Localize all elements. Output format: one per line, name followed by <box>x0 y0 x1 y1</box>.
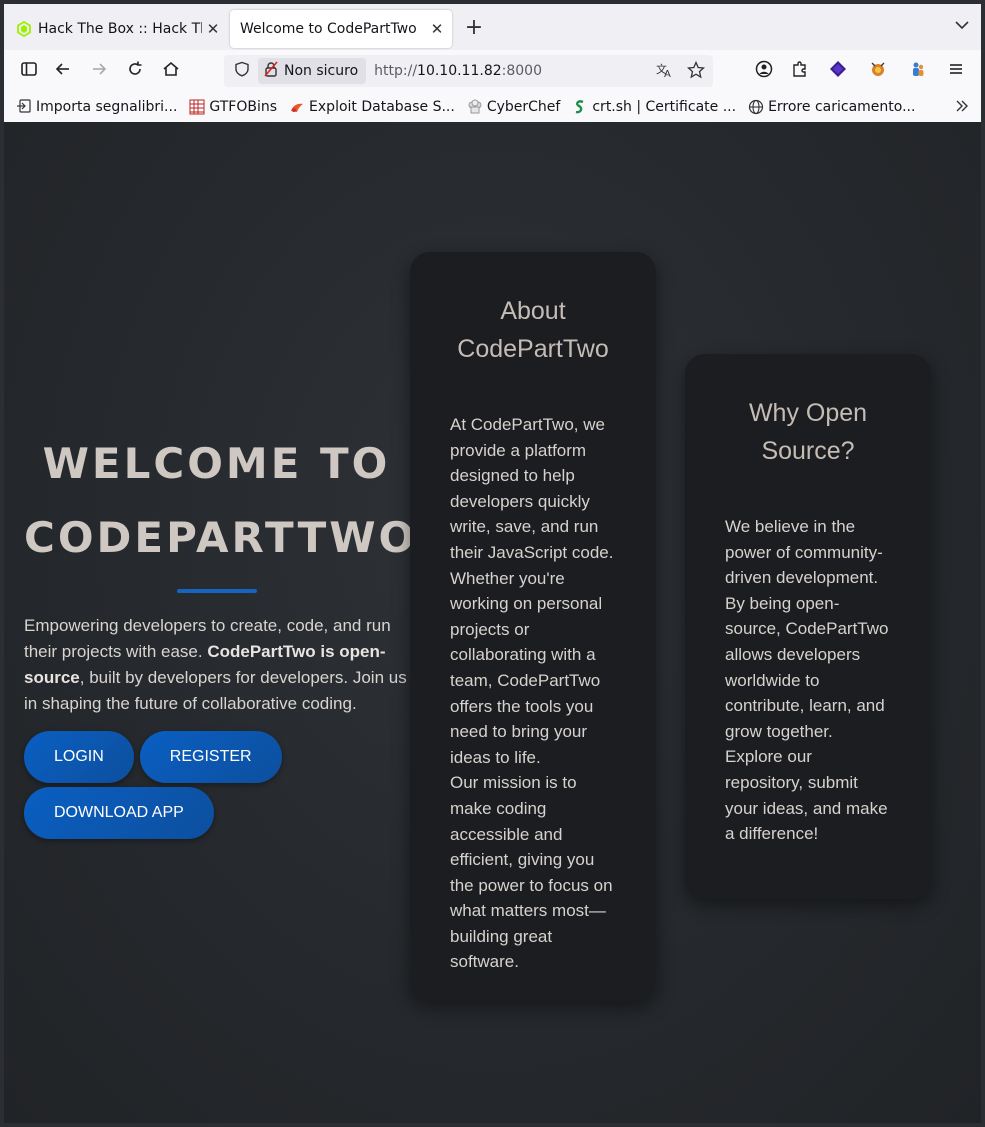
tab-title: Hack The Box :: Hack The Box <box>38 21 202 37</box>
close-tab-icon[interactable]: ✕ <box>202 20 224 38</box>
bookmark-exploit-db[interactable]: Exploit Database S... <box>289 99 455 115</box>
globe-icon <box>748 99 764 115</box>
home-icon[interactable] <box>160 60 182 82</box>
bookmarks-toolbar: Importa segnalibri... GTFOBins Exploit D… <box>4 92 981 122</box>
extensions-puzzle-icon[interactable] <box>789 60 811 82</box>
why-open-source-card: Why Open Source? We believe in the power… <box>685 354 931 899</box>
hero-title-line1: WELCOME TO <box>42 439 391 488</box>
bookmark-label: GTFOBins <box>209 99 278 115</box>
tab-bar: Hack The Box :: Hack The Box ✕ Welcome t… <box>4 4 981 50</box>
hero-rest: , built by developers for developers. Jo… <box>24 668 407 713</box>
why-card-title: Why Open Source? <box>748 399 868 465</box>
bookmark-label: Errore caricamento... <box>768 99 916 115</box>
extension-people-icon[interactable] <box>907 60 929 82</box>
bookmark-label: crt.sh | Certificate ... <box>592 99 737 115</box>
translate-icon[interactable]: 文A <box>655 61 673 83</box>
about-card-paragraph-1: At CodePartTwo, we provide a platform de… <box>450 415 614 767</box>
url-scheme: http:// <box>374 63 418 79</box>
bookmark-label: CyberChef <box>486 99 561 115</box>
new-tab-button[interactable]: + <box>462 16 486 40</box>
hackthebox-favicon-icon <box>16 20 32 38</box>
tab-title: Welcome to CodePartTwo <box>240 21 417 37</box>
svg-text:A: A <box>664 69 671 79</box>
gtfobins-icon <box>189 99 205 115</box>
reload-icon[interactable] <box>124 60 146 82</box>
menu-hamburger-icon[interactable] <box>945 60 967 82</box>
bookmark-import[interactable]: Importa segnalibri... <box>16 99 177 115</box>
close-tab-icon[interactable]: ✕ <box>426 20 448 38</box>
browser-window: Hack The Box :: Hack The Box ✕ Welcome t… <box>4 4 981 1123</box>
about-card-paragraph-2: Our mission is to make coding accessible… <box>450 773 613 972</box>
navigation-toolbar: Non sicuro http://10.10.11.82:8000 文A <box>4 50 981 92</box>
account-icon[interactable] <box>753 60 775 82</box>
tab-hackthebox[interactable]: Hack The Box :: Hack The Box ✕ <box>8 10 228 48</box>
page-content: WELCOME TO CODEPARTTWO Empowering develo… <box>4 122 981 1123</box>
tab-codeparttwo[interactable]: Welcome to CodePartTwo ✕ <box>230 10 452 48</box>
hero-description: Empowering developers to create, code, a… <box>24 613 409 717</box>
crtsh-icon <box>572 99 588 115</box>
hero-title: WELCOME TO CODEPARTTWO <box>24 427 414 575</box>
about-card-body: At CodePartTwo, we provide a platform de… <box>450 412 616 975</box>
insecure-lock-icon <box>264 61 280 81</box>
why-card-body: We believe in the power of community-dri… <box>725 517 889 844</box>
not-secure-label: Non sicuro <box>284 63 359 79</box>
download-app-button[interactable]: DOWNLOAD APP <box>24 787 214 839</box>
about-card: About CodePartTwo At CodePartTwo, we pro… <box>410 252 656 1001</box>
register-button[interactable]: REGISTER <box>139 731 282 783</box>
exploit-db-icon <box>289 99 305 115</box>
bookmark-label: Importa segnalibri... <box>36 99 178 115</box>
url-host: 10.10.11.82 <box>417 63 502 79</box>
bookmark-crtsh[interactable]: crt.sh | Certificate ... <box>572 99 736 115</box>
cyberchef-icon <box>467 99 483 115</box>
title-underline-divider <box>176 589 257 593</box>
back-arrow-icon[interactable] <box>52 60 74 82</box>
hero-title-line2: CODEPARTTWO <box>24 513 418 562</box>
bookmark-gtfobins[interactable]: GTFOBins <box>189 99 277 115</box>
forward-arrow-icon[interactable] <box>88 60 110 82</box>
bookmark-cyberchef[interactable]: CyberChef <box>467 99 561 115</box>
extension-purple-icon[interactable] <box>827 60 849 82</box>
about-card-title: About CodePartTwo <box>457 297 609 363</box>
address-bar[interactable]: Non sicuro http://10.10.11.82:8000 文A <box>224 55 713 87</box>
url-text[interactable]: http://10.10.11.82:8000 <box>374 63 542 79</box>
bookmark-star-icon[interactable] <box>686 60 706 83</box>
hero-section: WELCOME TO CODEPARTTWO Empowering develo… <box>24 427 414 839</box>
login-button[interactable]: LOGIN <box>24 731 134 783</box>
list-tabs-chevron-down-icon[interactable] <box>955 18 969 34</box>
import-icon <box>16 99 32 115</box>
bookmark-error[interactable]: Errore caricamento... <box>748 99 915 115</box>
extension-bug-icon[interactable] <box>867 60 889 82</box>
tracking-protection-shield-icon[interactable] <box>232 61 252 81</box>
hero-actions: LOGIN REGISTER DOWNLOAD APP <box>24 731 294 839</box>
not-secure-badge[interactable]: Non sicuro <box>258 58 367 84</box>
bookmark-label: Exploit Database S... <box>309 99 455 115</box>
bookmarks-overflow-chevron-icon[interactable] <box>955 98 969 117</box>
url-port: :8000 <box>501 63 542 79</box>
sidebar-toggle-icon[interactable] <box>18 60 40 82</box>
